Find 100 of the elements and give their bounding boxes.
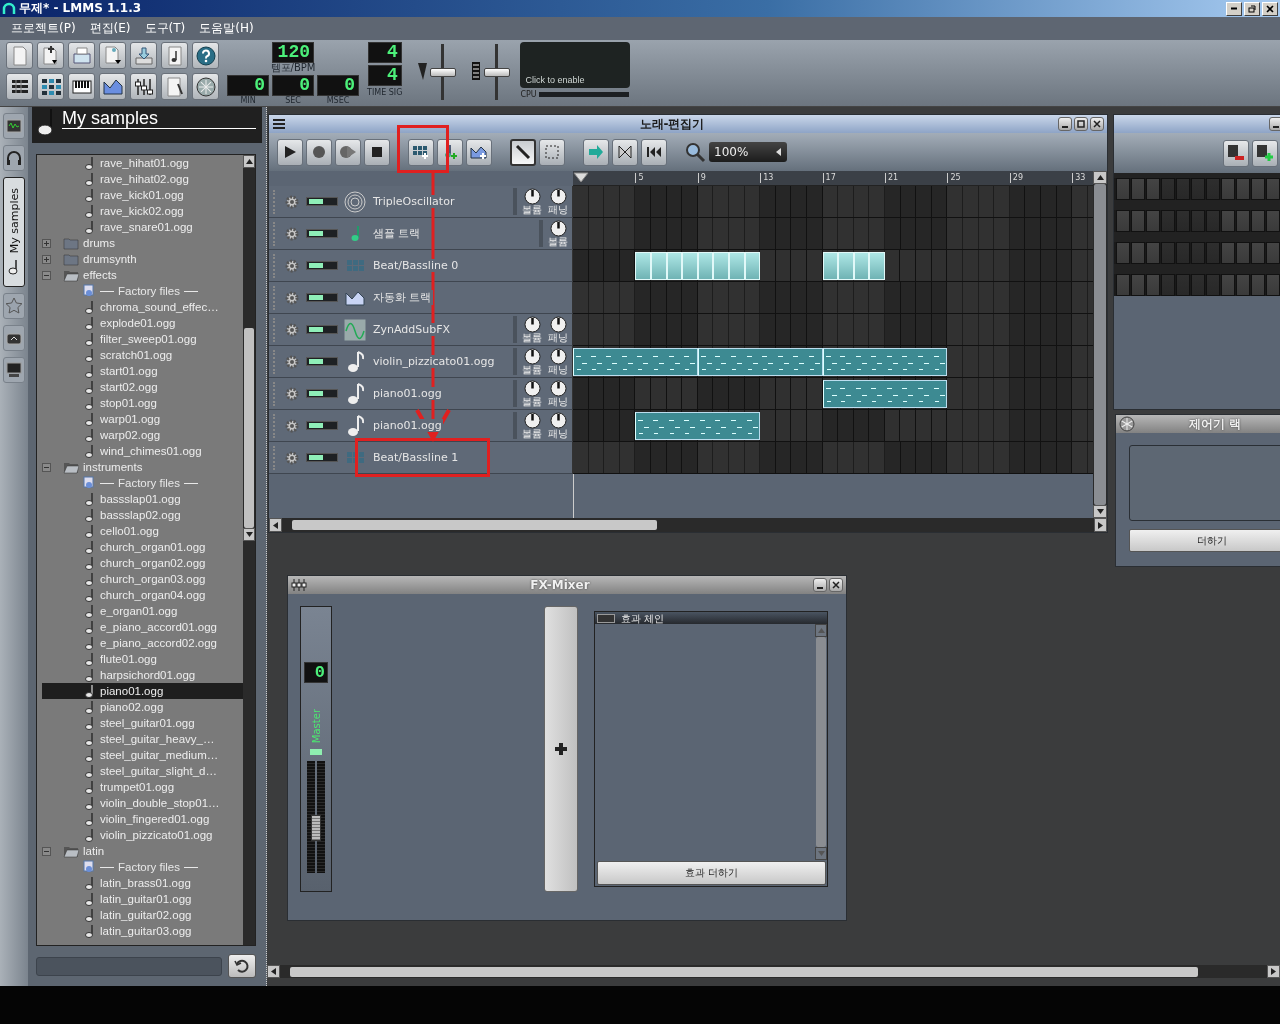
sample-file-item[interactable]: e_piano_accord01.ogg — [42, 619, 243, 635]
timeline-ruler[interactable]: 5 9 13 17 21 25 29 33 — [573, 171, 1093, 186]
sample-file-item[interactable]: latin_guitar03.ogg — [42, 923, 243, 939]
sample-file-item[interactable]: scratch01.ogg — [42, 347, 243, 363]
track-name[interactable]: ZynAddSubFX — [372, 323, 452, 336]
sample-file-item[interactable]: rave_hihat01.ogg — [42, 155, 243, 171]
sample-file-item[interactable]: church_organ03.ogg — [42, 571, 243, 587]
track-name[interactable]: 샘플 트랙 — [372, 226, 422, 241]
track-name[interactable]: violin_pizzicato01.ogg — [372, 355, 496, 368]
sample-file-item[interactable]: e_organ01.ogg — [42, 603, 243, 619]
track-name[interactable]: Beat/Bassline 1 — [372, 451, 460, 464]
add-effect-button[interactable]: 효과 더하기 — [597, 861, 826, 885]
effects-chain-title: 효과 체인 — [621, 612, 665, 624]
sample-file-item[interactable]: piano01.ogg — [42, 683, 243, 699]
sample-file-item[interactable]: steel_guitar01.ogg — [42, 715, 243, 731]
sample-file-item[interactable]: warp01.ogg — [42, 411, 243, 427]
sample-file-item[interactable]: church_organ04.ogg — [42, 587, 243, 603]
folder-name[interactable]: drums — [83, 237, 115, 249]
sample-file-item[interactable]: flute01.ogg — [42, 651, 243, 667]
sample-file-item[interactable]: piano02.ogg — [42, 699, 243, 715]
channel-number-display: 0 — [304, 662, 328, 683]
time-label: MIN — [240, 96, 256, 105]
time-display: 0 — [317, 75, 359, 96]
window-title: 무제* - LMMS 1.1.3 — [19, 0, 142, 17]
knob-label: 패닝 — [548, 365, 568, 375]
sample-file-item[interactable]: cello01.ogg — [42, 523, 243, 539]
factory-files-label: Factory files — [118, 477, 180, 489]
sample-file-item[interactable]: violin_fingered01.ogg — [42, 811, 243, 827]
sample-file-item[interactable]: harpsichord01.ogg — [42, 667, 243, 683]
bar-number: 29 — [1009, 173, 1023, 183]
sample-file-item[interactable]: rave_kick01.ogg — [42, 187, 243, 203]
time-label: SEC — [285, 96, 301, 105]
sample-file-item[interactable]: violin_double_stop01… — [42, 795, 243, 811]
sample-file-item[interactable]: start01.ogg — [42, 363, 243, 379]
factory-files-label: Factory files — [118, 861, 180, 873]
sample-file-item[interactable]: steel_guitar_heavy_… — [42, 731, 243, 747]
menu-item[interactable]: 도구(T) — [139, 18, 191, 39]
sample-file-item[interactable]: steel_guitar_slight_d… — [42, 763, 243, 779]
bar-number: 9 — [697, 173, 706, 183]
window-title: FX-Mixer — [529, 578, 591, 592]
sample-file-item[interactable]: e_piano_accord02.ogg — [42, 635, 243, 651]
time-signature-display[interactable]: 4 — [367, 65, 402, 86]
sample-file-item[interactable]: wind_chimes01.ogg — [42, 443, 243, 459]
add-controller-button[interactable]: 더하기 — [1129, 529, 1280, 552]
channel-name: Master — [310, 709, 322, 744]
bar-number: 33 — [1072, 173, 1086, 183]
bar-number: 5 — [635, 173, 644, 183]
sample-file-item[interactable]: warp02.ogg — [42, 427, 243, 443]
sample-file-item[interactable]: trumpet01.ogg — [42, 779, 243, 795]
zoom-dropdown[interactable]: 100% — [709, 142, 787, 162]
sample-file-item[interactable]: filter_sweep01.ogg — [42, 331, 243, 347]
menu-item[interactable]: 프로젝트(P) — [6, 18, 81, 39]
track-name[interactable]: piano01.ogg — [372, 387, 443, 400]
tempo-display[interactable]: 120 — [272, 42, 314, 63]
sample-file-item[interactable]: latin_guitar02.ogg — [42, 907, 243, 923]
bar-number: 21 — [885, 173, 899, 183]
sample-file-item[interactable]: steel_guitar_medium… — [42, 747, 243, 763]
sample-file-item[interactable]: bassslap02.ogg — [42, 507, 243, 523]
track-name[interactable]: piano01.ogg — [372, 419, 443, 432]
browser-title: My samples — [62, 108, 256, 129]
window-title: 노래-편집기 — [638, 115, 706, 133]
knob-label: 패닝 — [548, 333, 568, 343]
sample-file-item[interactable]: latin_guitar01.ogg — [42, 891, 243, 907]
track-name[interactable]: 자동화 트랙 — [372, 290, 433, 305]
folder-name[interactable]: drumsynth — [83, 253, 137, 265]
sample-file-item[interactable]: stop01.ogg — [42, 395, 243, 411]
menu-item[interactable]: 편집(E) — [84, 18, 136, 39]
window-title: 제어기 랙 — [1187, 415, 1243, 433]
bar-number: 13 — [760, 173, 774, 183]
cpu-graph[interactable]: Click to enable — [520, 42, 631, 88]
menu-item[interactable]: 도움말(H) — [194, 18, 259, 39]
sample-file-item[interactable]: church_organ01.ogg — [42, 539, 243, 555]
sample-file-item[interactable]: bassslap01.ogg — [42, 491, 243, 507]
folder-name[interactable]: effects — [83, 269, 117, 281]
knob-label: 패닝 — [548, 397, 568, 407]
folder-name[interactable]: latin — [83, 845, 105, 857]
sidebar-tab[interactable]: My samples — [3, 177, 25, 287]
master-channel-strip[interactable]: 0 Master — [300, 606, 332, 892]
sample-file-item[interactable]: rave_hihat02.ogg — [42, 171, 243, 187]
bar-number: 25 — [947, 173, 961, 183]
sample-file-item[interactable]: latin_brass01.ogg — [42, 875, 243, 891]
sample-file-item[interactable]: violin_pizzicato01.ogg — [42, 827, 243, 843]
track-name[interactable]: TripleOscillator — [372, 195, 456, 208]
knob-label: 볼륨 — [522, 205, 542, 215]
time-label: MSEC — [326, 96, 350, 105]
knob-label: 볼륨 — [522, 365, 542, 375]
sample-file-item[interactable]: rave_snare01.ogg — [42, 219, 243, 235]
sample-file-item[interactable]: church_organ02.ogg — [42, 555, 243, 571]
sample-file-item[interactable]: explode01.ogg — [42, 315, 243, 331]
knob-label: 볼륨 — [522, 333, 542, 343]
track-name[interactable]: Beat/Bassline 0 — [372, 259, 460, 272]
cpu-label: CPU — [520, 90, 537, 99]
time-display: 0 — [227, 75, 269, 96]
folder-name[interactable]: instruments — [83, 461, 143, 473]
knob-label: 패닝 — [548, 205, 568, 215]
knob-label: 볼륨 — [548, 237, 568, 247]
time-signature-display[interactable]: 4 — [367, 42, 402, 63]
sample-file-item[interactable]: chroma_sound_effec… — [42, 299, 243, 315]
sample-file-item[interactable]: start02.ogg — [42, 379, 243, 395]
sample-file-item[interactable]: rave_kick02.ogg — [42, 203, 243, 219]
